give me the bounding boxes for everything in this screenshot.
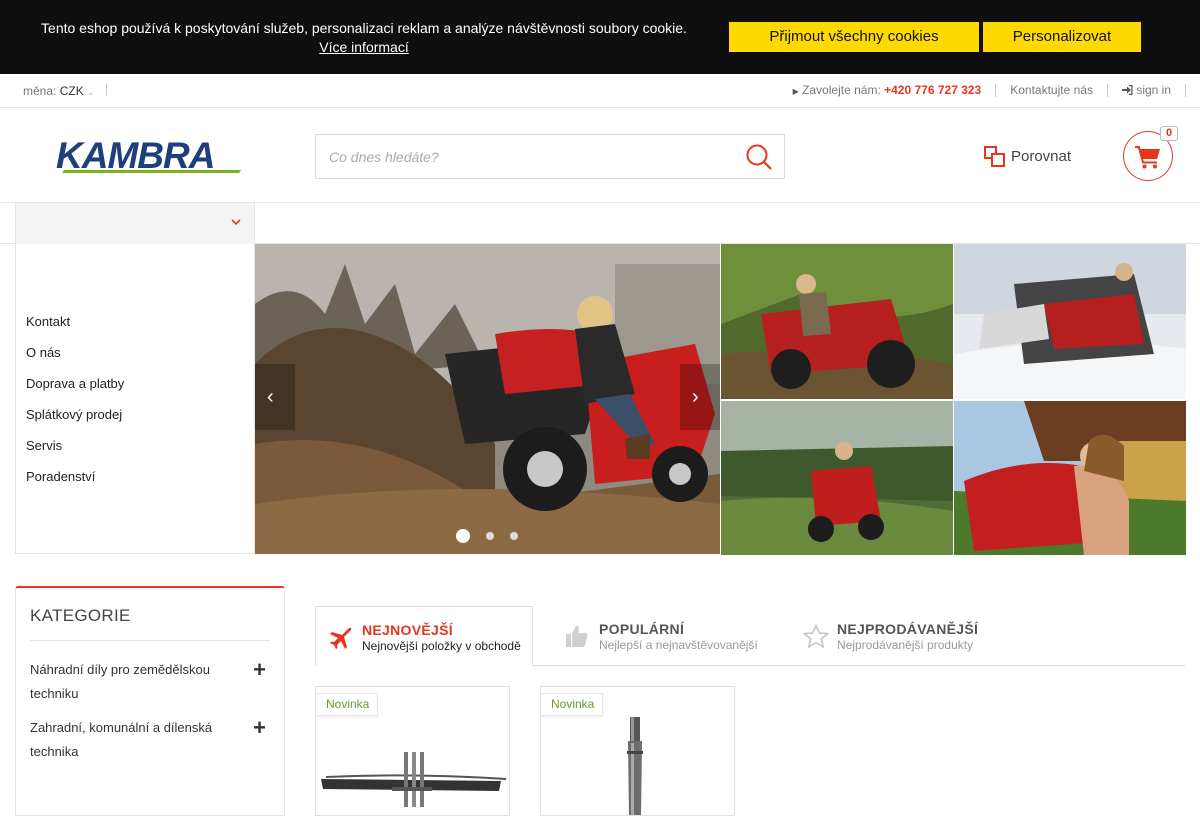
accept-cookies-button[interactable]: Přijmout všechny cookies <box>729 22 979 52</box>
divider <box>106 84 107 96</box>
slider-dot-2[interactable] <box>486 532 494 540</box>
compare-label: Porovnat <box>1011 148 1072 165</box>
thumbs-up-icon <box>566 625 588 647</box>
side-menu-list: Kontakt O nás Doprava a platby Splátkový… <box>26 314 124 500</box>
tab-title: NEJPRODÁVANĚJŠÍ <box>837 621 979 637</box>
category-label: Náhradní díly pro zemědělskou techniku <box>30 662 210 701</box>
slider-next-button[interactable]: › <box>680 364 720 430</box>
chevron-down-icon: ⌄ <box>86 87 95 97</box>
search-input[interactable] <box>316 135 716 178</box>
shopping-cart-icon <box>1135 146 1160 169</box>
chevron-down-icon <box>231 219 241 226</box>
currency-selector[interactable]: měna: CZK ⌄ <box>23 84 94 98</box>
star-icon <box>803 624 829 649</box>
categories-panel: KATEGORIE Náhradní díly pro zemědělskou … <box>15 586 285 816</box>
search-icon <box>746 144 772 170</box>
plane-icon <box>330 627 352 649</box>
tab-subtitle: Nejnovější položky v obchodě <box>362 639 521 653</box>
sign-in-icon <box>1121 85 1133 95</box>
kambra-logo[interactable]: KAMBRA <box>56 135 246 180</box>
tab-popular[interactable]: POPULÁRNÍ Nejlepší a nejnavštěvovanější <box>553 606 773 666</box>
cart-count-badge: 0 <box>1160 126 1178 141</box>
expand-plus-icon[interactable]: + <box>253 658 266 682</box>
currency-value: CZK <box>59 84 84 98</box>
caret-right-icon: ▶ <box>792 87 799 96</box>
tab-newest[interactable]: NEJNOVĚJŠÍ Nejnovější položky v obchodě <box>315 606 533 666</box>
tab-title: NEJNOVĚJŠÍ <box>362 622 453 638</box>
currency-label: měna: <box>23 84 57 98</box>
side-menu-item-o-nas[interactable]: O nás <box>26 345 124 376</box>
call-us: ▶ Zavolejte nám: +420 776 727 323 <box>779 84 997 97</box>
slider-dot-3[interactable] <box>510 532 518 540</box>
banner-tractor-model[interactable] <box>954 401 1186 555</box>
product-image <box>627 717 643 815</box>
contact-link[interactable]: Kontaktujte nás <box>996 84 1108 97</box>
navigation-row <box>0 203 1200 244</box>
logo-text: KAMBRA <box>56 135 214 175</box>
banner-snow-plow[interactable] <box>954 244 1186 399</box>
category-dropdown[interactable] <box>15 203 255 244</box>
tab-title: POPULÁRNÍ <box>599 621 685 637</box>
logo-graphic: KAMBRA <box>56 135 241 176</box>
cart-button[interactable]: 0 <box>1123 126 1178 181</box>
banner-tractor-jungle[interactable] <box>721 244 953 399</box>
divider <box>30 640 270 641</box>
cookie-bar: Tento eshop používá k poskytování služeb… <box>0 0 1200 74</box>
personalize-cookies-button[interactable]: Personalizovat <box>983 22 1141 52</box>
side-menu-item-poradenstvi[interactable]: Poradenství <box>26 469 124 500</box>
side-menu-item-kontakt[interactable]: Kontakt <box>26 314 124 345</box>
compare-icon <box>984 146 1005 167</box>
compare-link[interactable]: Porovnat <box>984 146 1071 167</box>
cookie-message-text: Tento eshop používá k poskytování služeb… <box>41 20 687 36</box>
side-menu-item-servis[interactable]: Servis <box>26 438 124 469</box>
search-box <box>315 134 785 179</box>
side-menu-item-doprava[interactable]: Doprava a platby <box>26 376 124 407</box>
hero-slider: ‹ › <box>255 244 720 554</box>
cookie-message: Tento eshop používá k poskytování služeb… <box>20 19 708 56</box>
product-card[interactable]: Novinka <box>540 686 735 816</box>
slider-dots <box>456 529 534 543</box>
call-label: Zavolejte nám: <box>802 83 881 97</box>
top-utility-bar: měna: CZK ⌄ ▶ Zavolejte nám: +420 776 727… <box>0 74 1200 108</box>
category-item-zahradni-technika[interactable]: Zahradní, komunální a dílenská technika … <box>30 716 270 764</box>
cookie-more-info-link[interactable]: Více informací <box>319 38 408 56</box>
slider-prev-button[interactable]: ‹ <box>255 364 295 430</box>
category-item-nahradni-dily[interactable]: Náhradní díly pro zemědělskou techniku + <box>30 658 270 706</box>
site-header: KAMBRA Porovnat 0 <box>0 108 1200 203</box>
banner-tractor-garden[interactable] <box>721 401 953 555</box>
chevron-left-icon: ‹ <box>267 386 274 408</box>
phone-number[interactable]: +420 776 727 323 <box>884 83 981 97</box>
categories-title: KATEGORIE <box>30 606 131 625</box>
chevron-right-icon: › <box>692 386 699 408</box>
slider-dot-1[interactable] <box>456 529 470 543</box>
signin-label: sign in <box>1136 83 1171 97</box>
side-menu-item-splatkovy-prodej[interactable]: Splátkový prodej <box>26 407 124 438</box>
product-image <box>321 752 507 807</box>
search-button[interactable] <box>746 144 772 170</box>
tab-bestsellers[interactable]: NEJPRODÁVANĚJŠÍ Nejprodávanější produkty <box>791 606 1011 666</box>
tab-subtitle: Nejprodávanější produkty <box>837 638 974 652</box>
expand-plus-icon[interactable]: + <box>253 716 266 740</box>
side-menu: Kontakt O nás Doprava a platby Splátkový… <box>15 244 255 554</box>
tab-subtitle: Nejlepší a nejnavštěvovanější <box>599 638 758 652</box>
product-card[interactable]: Novinka <box>315 686 510 816</box>
top-right-links: ▶ Zavolejte nám: +420 776 727 323 Kontak… <box>779 84 1186 97</box>
product-tabs: NEJNOVĚJŠÍ Nejnovější položky v obchodě … <box>315 606 1185 666</box>
slide-image-tractor-leaves <box>255 244 720 554</box>
signin-link[interactable]: sign in <box>1108 84 1186 97</box>
category-label: Zahradní, komunální a dílenská technika <box>30 720 213 759</box>
